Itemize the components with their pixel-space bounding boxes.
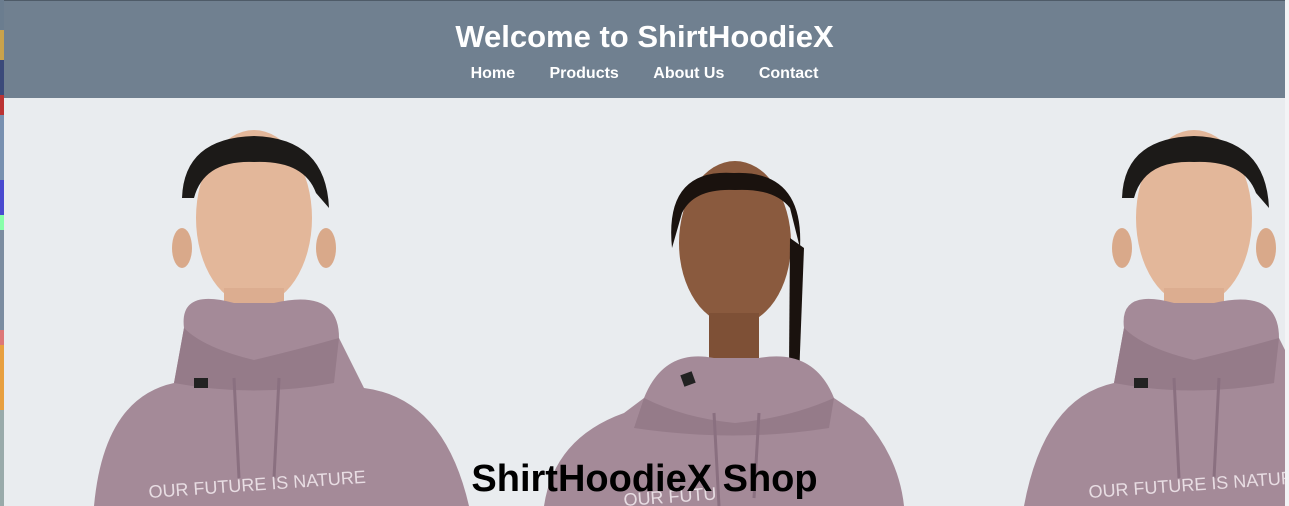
site-title: Welcome to ShirtHoodieX: [455, 19, 834, 54]
nav-link-contact[interactable]: Contact: [759, 65, 819, 83]
hero-banner: OUR FUTURE IS NATURE OUR FUTU OUR FUTURE…: [4, 98, 1285, 506]
site-header: Welcome to ShirtHoodieX Home Products Ab…: [4, 0, 1285, 98]
hero-model-center-image: OUR FUTU: [544, 161, 904, 506]
nav-link-products[interactable]: Products: [549, 65, 618, 83]
main-nav: Home Products About Us Contact: [4, 65, 1285, 83]
background-window-edge-right: [1285, 0, 1289, 506]
nav-link-about-us[interactable]: About Us: [653, 65, 724, 83]
hero-model-left-image: OUR FUTURE IS NATURE: [94, 130, 469, 506]
hero-title: ShirtHoodieX Shop: [471, 458, 818, 500]
nav-link-home[interactable]: Home: [471, 65, 515, 83]
hero-model-right-image: OUR FUTURE IS NATURE: [1024, 130, 1285, 506]
